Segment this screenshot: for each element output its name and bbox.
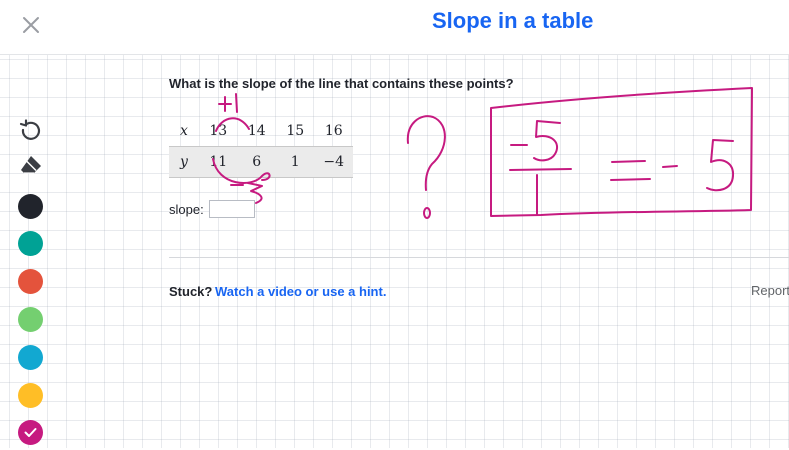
- scratchpad-grid[interactable]: [0, 55, 789, 448]
- x-cell: 16: [324, 123, 343, 139]
- report-link[interactable]: Report: [751, 283, 789, 298]
- y-cell: 6: [252, 154, 262, 170]
- points-table: x 13 14 15 16 y 11 6 1 −4: [169, 116, 353, 178]
- slope-input[interactable]: [209, 200, 255, 218]
- close-icon: [23, 17, 39, 33]
- eraser-icon: [21, 156, 41, 174]
- color-swatch-magenta[interactable]: [18, 420, 43, 445]
- color-swatch-yellow[interactable]: [18, 383, 43, 408]
- undo-button[interactable]: [18, 117, 44, 143]
- y-cell: 11: [209, 154, 228, 170]
- table-row-y: y 11 6 1 −4: [169, 146, 353, 178]
- color-swatch-blue[interactable]: [18, 345, 43, 370]
- question-text: What is the slope of the line that conta…: [169, 76, 514, 91]
- color-swatch-green[interactable]: [18, 307, 43, 332]
- table-row-x: x 13 14 15 16: [169, 116, 353, 146]
- header-bar: Slope in a table: [0, 0, 789, 55]
- undo-icon: [19, 119, 41, 140]
- checkmark-icon: [24, 428, 37, 437]
- y-cell: −4: [323, 154, 345, 170]
- color-swatch-red[interactable]: [18, 269, 43, 294]
- x-cell: 14: [247, 123, 266, 139]
- color-swatch-teal[interactable]: [18, 231, 43, 256]
- x-cell: 15: [286, 123, 305, 139]
- color-swatch-black[interactable]: [18, 194, 43, 219]
- x-header: x: [180, 123, 188, 139]
- close-button[interactable]: [18, 12, 44, 38]
- page-title: Slope in a table: [432, 8, 594, 33]
- divider: [169, 257, 789, 258]
- x-cell: 13: [209, 123, 228, 139]
- slope-label: slope:: [169, 202, 204, 217]
- y-cell: 1: [290, 154, 300, 170]
- hint-link[interactable]: Watch a video or use a hint.: [215, 284, 386, 299]
- stuck-label: Stuck?: [169, 284, 213, 299]
- y-header: y: [180, 154, 188, 170]
- eraser-button[interactable]: [18, 153, 44, 179]
